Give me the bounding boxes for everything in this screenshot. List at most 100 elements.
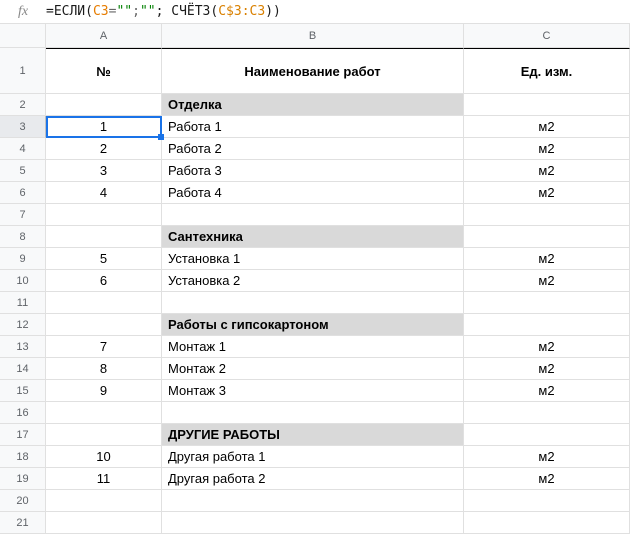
col-header-B[interactable]: B	[162, 24, 464, 48]
cell[interactable]	[162, 512, 464, 534]
cell[interactable]	[46, 490, 162, 512]
cell[interactable]: Работа 2	[162, 138, 464, 160]
row-header[interactable]: 11	[0, 292, 46, 314]
row-header[interactable]: 12	[0, 314, 46, 336]
cell[interactable]	[464, 204, 630, 226]
row-header[interactable]: 14	[0, 358, 46, 380]
spreadsheet-grid: A B C 1 № Наименование работ Ед. изм. 2 …	[0, 24, 630, 534]
cell[interactable]: Другая работа 1	[162, 446, 464, 468]
row-header[interactable]: 3	[0, 116, 46, 138]
row-header[interactable]: 15	[0, 380, 46, 402]
cell[interactable]	[464, 292, 630, 314]
cell[interactable]	[162, 204, 464, 226]
cell[interactable]	[46, 512, 162, 534]
cell[interactable]	[162, 292, 464, 314]
cell[interactable]	[464, 94, 630, 116]
cell[interactable]: 5	[46, 248, 162, 270]
cell[interactable]: 4	[46, 182, 162, 204]
formula-ref: C$3:C3	[218, 4, 265, 19]
formula-string: ""	[116, 4, 132, 19]
group-cell[interactable]: ДРУГИЕ РАБОТЫ	[162, 424, 464, 446]
row-header[interactable]: 9	[0, 248, 46, 270]
cell[interactable]: м2	[464, 160, 630, 182]
cell[interactable]: Установка 1	[162, 248, 464, 270]
cell[interactable]: Установка 2	[162, 270, 464, 292]
cell[interactable]: м2	[464, 446, 630, 468]
cell[interactable]	[464, 402, 630, 424]
cell[interactable]: м2	[464, 358, 630, 380]
cell[interactable]: м2	[464, 138, 630, 160]
row-header[interactable]: 1	[0, 48, 46, 94]
cell[interactable]	[464, 314, 630, 336]
row-header[interactable]: 7	[0, 204, 46, 226]
formula-token: =ЕСЛИ(	[46, 4, 93, 19]
formula-ref: C3	[93, 4, 109, 19]
cell[interactable]: 3	[46, 160, 162, 182]
cell[interactable]: 10	[46, 446, 162, 468]
cell[interactable]	[46, 204, 162, 226]
row-header[interactable]: 17	[0, 424, 46, 446]
cell[interactable]: м2	[464, 248, 630, 270]
row-header[interactable]: 20	[0, 490, 46, 512]
cell[interactable]: м2	[464, 336, 630, 358]
formula-token: ; СЧЁТЗ(	[156, 4, 219, 19]
formula-string: ""	[140, 4, 156, 19]
cell[interactable]: 7	[46, 336, 162, 358]
cell[interactable]	[162, 490, 464, 512]
cell[interactable]: 2	[46, 138, 162, 160]
cell[interactable]: Другая работа 2	[162, 468, 464, 490]
cell[interactable]: м2	[464, 182, 630, 204]
row-header[interactable]: 13	[0, 336, 46, 358]
cell[interactable]: Работа 3	[162, 160, 464, 182]
cell[interactable]: Монтаж 1	[162, 336, 464, 358]
cell[interactable]	[46, 314, 162, 336]
cell[interactable]	[46, 94, 162, 116]
row-header[interactable]: 16	[0, 402, 46, 424]
formula-input[interactable]: =ЕСЛИ(C3="";""; СЧЁТЗ(C$3:C3))	[46, 1, 630, 22]
row-header[interactable]: 8	[0, 226, 46, 248]
cell[interactable]: м2	[464, 380, 630, 402]
header-cell-unit[interactable]: Ед. изм.	[464, 48, 630, 94]
cell[interactable]	[464, 424, 630, 446]
header-cell-num[interactable]: №	[46, 48, 162, 94]
row-header[interactable]: 19	[0, 468, 46, 490]
formula-bar: fx =ЕСЛИ(C3="";""; СЧЁТЗ(C$3:C3))	[0, 0, 630, 24]
row-header[interactable]: 10	[0, 270, 46, 292]
row-header[interactable]: 4	[0, 138, 46, 160]
cell[interactable]	[46, 402, 162, 424]
row-header[interactable]: 18	[0, 446, 46, 468]
cell[interactable]	[46, 292, 162, 314]
cell[interactable]: 6	[46, 270, 162, 292]
group-cell[interactable]: Сантехника	[162, 226, 464, 248]
cell[interactable]: 9	[46, 380, 162, 402]
cell-selected[interactable]: 1	[46, 116, 162, 138]
group-cell[interactable]: Отделка	[162, 94, 464, 116]
cell[interactable]	[464, 512, 630, 534]
fx-icon[interactable]: fx	[0, 4, 46, 20]
select-all-corner[interactable]	[0, 24, 46, 48]
cell[interactable]: Работа 1	[162, 116, 464, 138]
cell[interactable]: Монтаж 2	[162, 358, 464, 380]
cell[interactable]	[464, 490, 630, 512]
formula-token: ;	[132, 4, 140, 19]
row-header[interactable]: 6	[0, 182, 46, 204]
row-header[interactable]: 5	[0, 160, 46, 182]
cell[interactable]: Монтаж 3	[162, 380, 464, 402]
cell[interactable]: м2	[464, 116, 630, 138]
cell[interactable]: Работа 4	[162, 182, 464, 204]
cell[interactable]	[464, 226, 630, 248]
cell[interactable]	[162, 402, 464, 424]
formula-token: ))	[265, 4, 281, 19]
col-header-C[interactable]: C	[464, 24, 630, 48]
row-header[interactable]: 2	[0, 94, 46, 116]
col-header-A[interactable]: A	[46, 24, 162, 48]
cell[interactable]: м2	[464, 468, 630, 490]
cell[interactable]	[46, 226, 162, 248]
header-cell-name[interactable]: Наименование работ	[162, 48, 464, 94]
cell[interactable]: 11	[46, 468, 162, 490]
cell[interactable]: 8	[46, 358, 162, 380]
row-header[interactable]: 21	[0, 512, 46, 534]
cell[interactable]	[46, 424, 162, 446]
group-cell[interactable]: Работы с гипсокартоном	[162, 314, 464, 336]
cell[interactable]: м2	[464, 270, 630, 292]
